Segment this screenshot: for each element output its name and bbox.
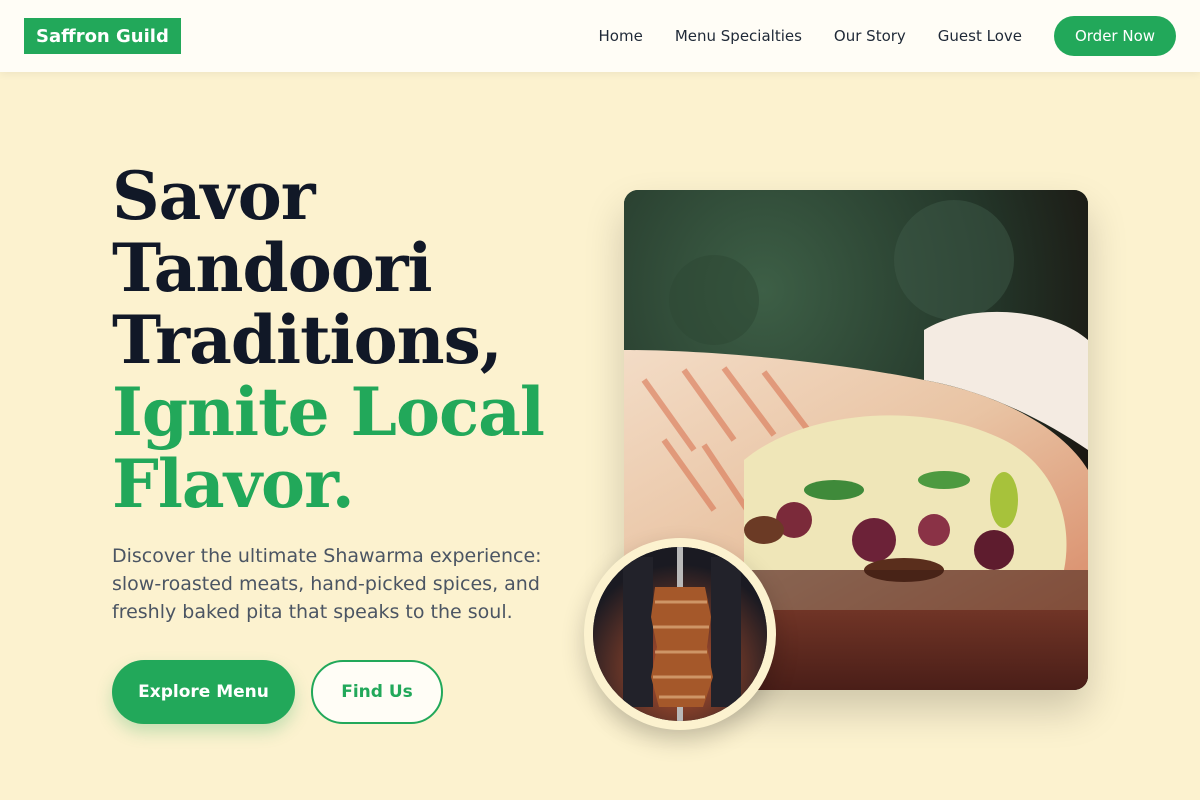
order-now-button[interactable]: Order Now: [1054, 16, 1176, 56]
main-nav: Home Menu Specialties Our Story Guest Lo…: [599, 16, 1176, 56]
hero-title-line: Savor: [112, 157, 316, 235]
hero-title-accent: Flavor.: [112, 445, 355, 523]
hero-title: Savor Tandoori Traditions, Ignite Local …: [112, 160, 572, 520]
nav-home[interactable]: Home: [599, 27, 643, 45]
hero-subtitle: Discover the ultimate Shawarma experienc…: [112, 545, 542, 623]
explore-menu-button[interactable]: Explore Menu: [112, 660, 295, 724]
nav-our-story[interactable]: Our Story: [834, 27, 906, 45]
hero-title-line: Traditions,: [112, 301, 503, 379]
spit-photo-frame: [584, 538, 776, 730]
spit-photo-illustration: [593, 547, 767, 721]
brand-logo[interactable]: Saffron Guild: [24, 18, 181, 54]
hero-buttons: Explore Menu Find Us: [112, 660, 572, 724]
hero-title-line: Tandoori: [112, 229, 433, 307]
find-us-button[interactable]: Find Us: [311, 660, 443, 724]
hero-title-accent: Ignite Local: [112, 373, 545, 451]
nav-guest-love[interactable]: Guest Love: [938, 27, 1022, 45]
nav-menu-specialties[interactable]: Menu Specialties: [675, 27, 802, 45]
hero-content: Savor Tandoori Traditions, Ignite Local …: [112, 160, 572, 724]
site-header: Saffron Guild Home Menu Specialties Our …: [0, 0, 1200, 72]
spit-photo: [593, 547, 767, 721]
